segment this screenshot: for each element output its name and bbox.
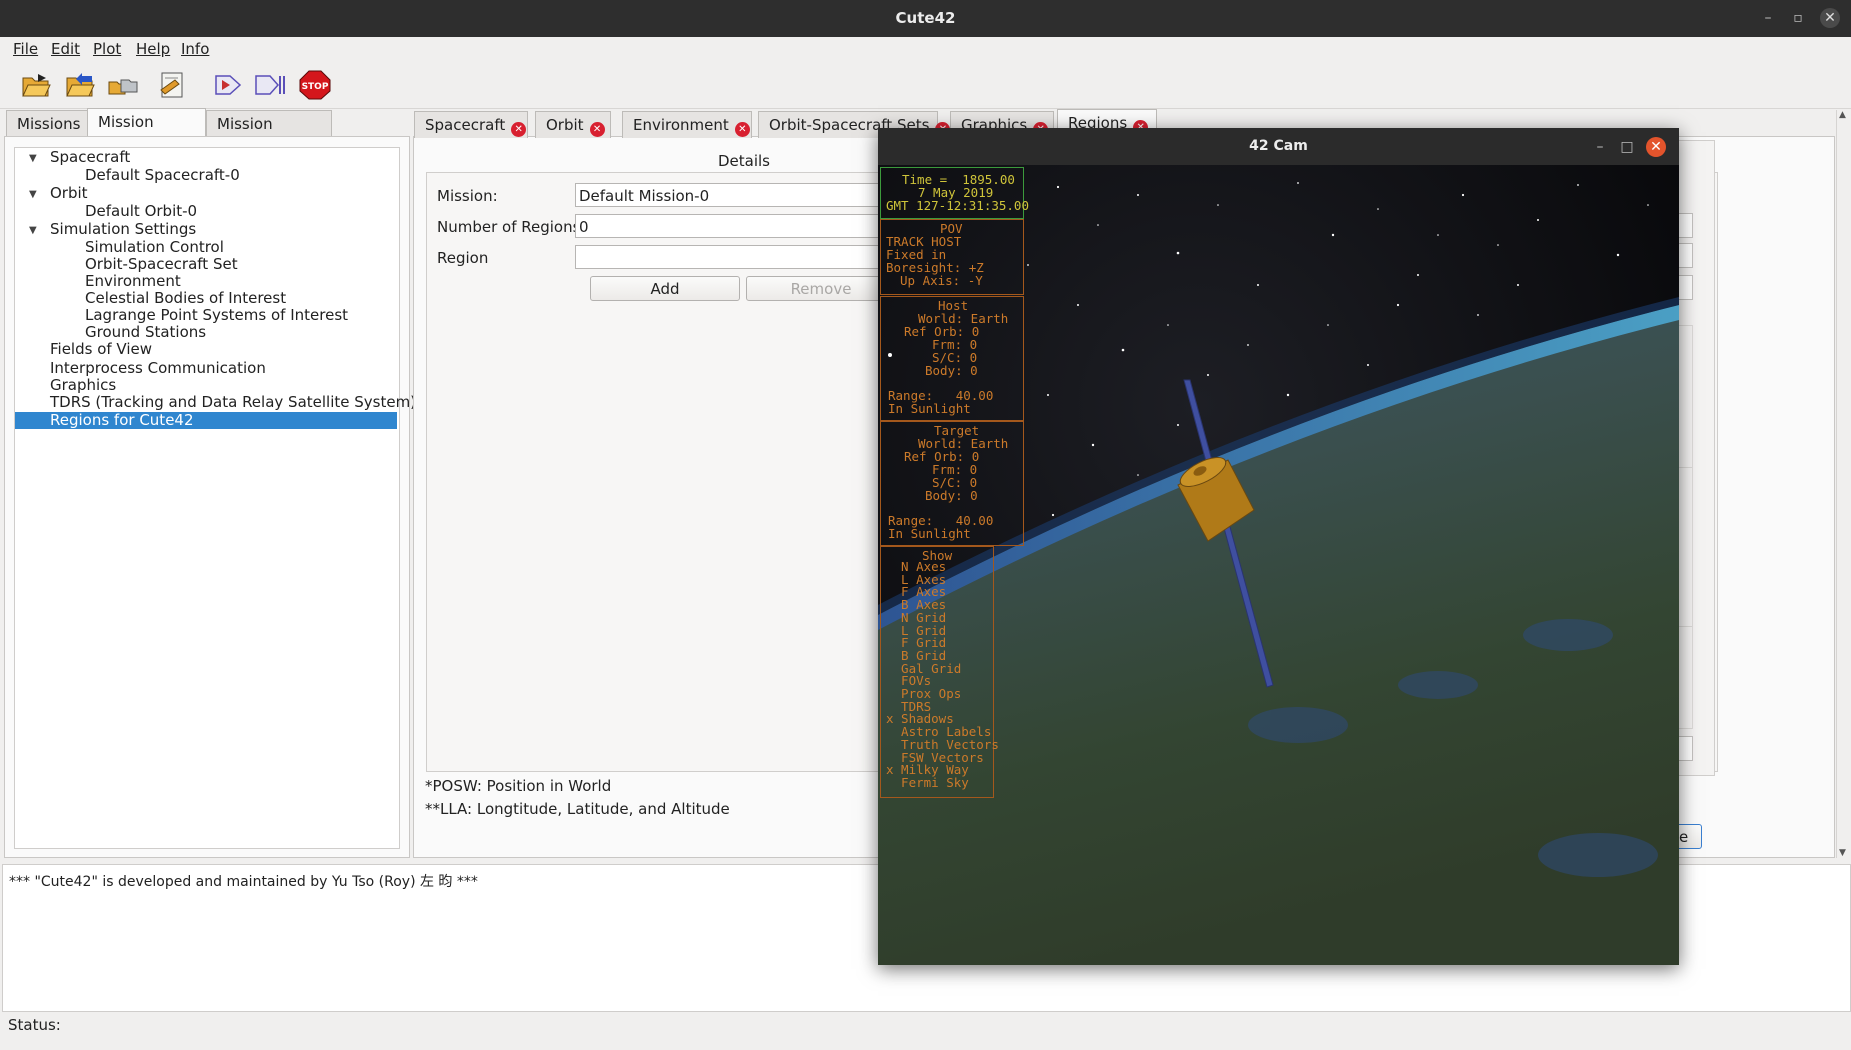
show-options-list[interactable]: N Axes L Axes F Axes B Axes N Grid L Gri…	[886, 560, 999, 790]
mission-field[interactable]: Default Mission-0	[575, 183, 895, 207]
close-tab-icon[interactable]: ✕	[734, 122, 750, 137]
tree-item-fields-of-view[interactable]: Fields of View	[50, 340, 152, 358]
menu-edit[interactable]: Edit	[51, 40, 80, 58]
tree-item-regions[interactable]: Regions for Cute42	[50, 411, 194, 429]
remove-button[interactable]: Remove	[746, 276, 896, 301]
mission-label: Mission:	[437, 187, 498, 205]
console-text: *** "Cute42" is developed and maintained…	[9, 874, 478, 890]
scroll-down-icon[interactable]: ▼	[1839, 848, 1846, 858]
open-folder-icon[interactable]	[20, 70, 52, 100]
target-body[interactable]: Body: 0	[925, 488, 978, 503]
maximize-icon[interactable]: ▫	[1788, 8, 1808, 28]
region-field[interactable]	[575, 245, 895, 269]
import-icon[interactable]	[64, 70, 96, 100]
collapse-arrow-icon[interactable]: ▼	[29, 225, 37, 236]
title-bar: Cute42 – ▫ ✕	[0, 0, 1851, 37]
status-label: Status:	[8, 1016, 61, 1034]
status-bar: Status:	[0, 1012, 1851, 1050]
window-title: Cute42	[895, 9, 956, 27]
close-icon[interactable]: ✕	[1646, 137, 1666, 157]
tab-environment[interactable]: Environment ✕	[622, 111, 752, 138]
posw-note: *POSW: Position in World	[425, 777, 612, 795]
cam-window-title: 42 Cam	[1249, 138, 1308, 154]
partial-button[interactable]: e	[1676, 824, 1702, 849]
maximize-icon[interactable]: □	[1617, 137, 1637, 157]
tree-item-simulation-control[interactable]: Simulation Control	[85, 238, 224, 256]
stop-icon[interactable]: STOP	[299, 70, 331, 100]
close-icon[interactable]: ✕	[1820, 8, 1840, 28]
tree-item-celestial-bodies[interactable]: Celestial Bodies of Interest	[85, 289, 286, 307]
menu-file[interactable]: File	[13, 40, 38, 58]
lla-note: **LLA: Longtitude, Latitude, and Altitud…	[425, 800, 730, 818]
edit-document-icon[interactable]	[156, 70, 188, 100]
menu-bar: File Edit Plot Help Info	[0, 37, 1851, 61]
tree-item-default-orbit[interactable]: Default Orbit-0	[85, 202, 197, 220]
gmt-line: GMT 127-12:31:35.00	[886, 198, 1029, 213]
region-label: Region	[437, 249, 489, 267]
tree-item-orbit-spacecraft-set[interactable]: Orbit-Spacecraft Set	[85, 255, 238, 273]
tab-mission-setup[interactable]: Mission Setup	[87, 108, 206, 157]
step-run-icon[interactable]	[254, 70, 286, 100]
tree-item-lagrange-points[interactable]: Lagrange Point Systems of Interest	[85, 306, 348, 324]
tree-item-simulation-settings[interactable]: Simulation Settings	[50, 220, 196, 238]
show-option-item[interactable]: Fermi Sky	[886, 776, 999, 790]
close-tab-icon[interactable]: ✕	[589, 122, 605, 137]
tree-item-default-spacecraft[interactable]: Default Spacecraft-0	[85, 166, 240, 184]
tab-spacecraft[interactable]: Spacecraft ✕	[414, 111, 528, 138]
toolbar: STOP	[0, 62, 1851, 109]
details-heading: Details	[718, 152, 771, 170]
svg-text:STOP: STOP	[302, 82, 329, 92]
menu-plot[interactable]: Plot	[93, 40, 121, 58]
menu-info[interactable]: Info	[181, 40, 209, 58]
pov-upaxis[interactable]: Up Axis: -Y	[900, 273, 983, 288]
cam-title-bar[interactable]: 42 Cam – □ ✕	[878, 128, 1679, 165]
mission-tree[interactable]: ▼ Spacecraft Default Spacecraft-0 ▼ Orbi…	[14, 147, 416, 849]
cam-window[interactable]: 42 Cam – □ ✕ Time = 1895.00 7 May 2019 G…	[878, 128, 1679, 965]
tab-mission-output[interactable]: Mission Output	[206, 110, 332, 159]
add-button[interactable]: Add	[590, 276, 740, 301]
tree-item-tdrs[interactable]: TDRS (Tracking and Data Relay Satellite …	[50, 393, 416, 411]
3d-viewport[interactable]: Time = 1895.00 7 May 2019 GMT 127-12:31:…	[878, 165, 1679, 965]
vertical-scrollbar[interactable]: ▲ ▼	[1836, 110, 1851, 858]
tree-item-ground-stations[interactable]: Ground Stations	[85, 323, 206, 341]
collapse-arrow-icon[interactable]: ▼	[29, 153, 37, 164]
tree-item-graphics[interactable]: Graphics	[50, 376, 116, 394]
tab-missions[interactable]: Missions	[6, 110, 88, 136]
minimize-icon[interactable]: –	[1758, 8, 1778, 28]
num-regions-field[interactable]: 0	[575, 214, 895, 238]
scroll-up-icon[interactable]: ▲	[1839, 110, 1846, 120]
tree-item-interprocess[interactable]: Interprocess Communication	[50, 359, 266, 377]
duplicate-icon[interactable]	[107, 70, 139, 100]
collapse-arrow-icon[interactable]: ▼	[29, 189, 37, 200]
run-icon[interactable]	[212, 70, 244, 100]
tree-item-spacecraft[interactable]: Spacecraft	[50, 148, 130, 166]
tree-item-orbit[interactable]: Orbit	[50, 184, 88, 202]
minimize-icon[interactable]: –	[1590, 137, 1610, 157]
num-regions-label: Number of Regions	[437, 218, 581, 236]
tab-orbit[interactable]: Orbit ✕	[535, 111, 611, 138]
close-tab-icon[interactable]: ✕	[511, 122, 527, 137]
host-body[interactable]: Body: 0	[925, 363, 978, 378]
tree-item-environment[interactable]: Environment	[85, 272, 181, 290]
target-sunlight: In Sunlight	[888, 526, 971, 541]
host-sunlight: In Sunlight	[888, 401, 971, 416]
menu-help[interactable]: Help	[136, 40, 170, 58]
